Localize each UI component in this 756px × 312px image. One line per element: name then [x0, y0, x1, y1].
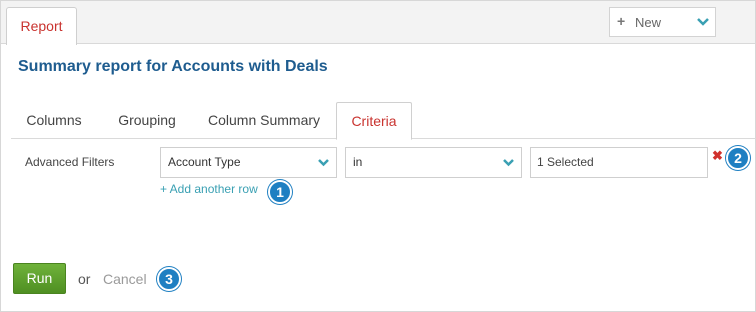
- callout-badge-2: 2: [726, 146, 750, 170]
- tab-column-summary[interactable]: Column Summary: [197, 102, 331, 139]
- close-icon[interactable]: ✖: [712, 148, 723, 164]
- report-window: Report + New Summary report for Accounts…: [0, 0, 756, 312]
- callout-badge-1: 1: [268, 180, 292, 204]
- tab-report[interactable]: Report: [6, 7, 77, 45]
- advanced-filters-label: Advanced Filters: [25, 155, 115, 169]
- top-bar: Report + New: [1, 1, 755, 45]
- chevron-down-icon: [697, 18, 709, 26]
- run-button[interactable]: Run: [13, 263, 66, 294]
- or-text: or: [78, 271, 91, 287]
- tab-criteria[interactable]: Criteria: [336, 102, 412, 140]
- cancel-link[interactable]: Cancel: [103, 271, 147, 287]
- filter-field-select[interactable]: Account Type: [160, 147, 337, 178]
- chevron-down-icon: [318, 159, 329, 167]
- tab-grouping[interactable]: Grouping: [105, 102, 189, 139]
- add-another-row-link[interactable]: + Add another row: [160, 182, 258, 196]
- filter-operator-value: in: [353, 155, 363, 169]
- report-tabs: Columns Grouping Column Summary Criteria: [11, 102, 756, 140]
- new-button[interactable]: + New: [609, 7, 716, 37]
- chevron-down-icon: [503, 159, 514, 167]
- filter-field-value: Account Type: [168, 155, 241, 169]
- filter-value-field[interactable]: 1 Selected: [530, 147, 708, 178]
- plus-icon: +: [617, 13, 626, 29]
- filter-operator-select[interactable]: in: [345, 147, 522, 178]
- tab-columns[interactable]: Columns: [13, 102, 95, 139]
- page-title: Summary report for Accounts with Deals: [18, 58, 328, 75]
- new-button-label: New: [635, 15, 662, 30]
- callout-badge-3: 3: [157, 267, 181, 291]
